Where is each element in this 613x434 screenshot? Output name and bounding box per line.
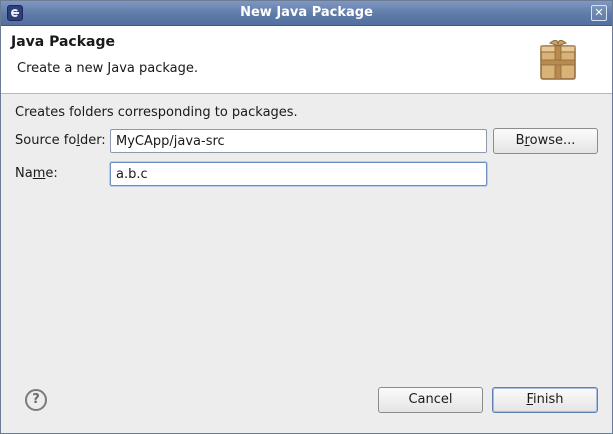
name-label: Name: (15, 166, 58, 181)
intro-text: Creates folders corresponding to package… (15, 105, 298, 120)
title-bar[interactable]: New Java Package ✕ (1, 1, 612, 26)
source-folder-input[interactable] (110, 129, 487, 153)
source-folder-label: Source folder: (15, 133, 106, 148)
window-title: New Java Package (240, 5, 373, 20)
wizard-header: Java Package Create a new Java package. (1, 26, 612, 94)
page-title: Java Package (11, 34, 116, 50)
help-icon[interactable]: ? (25, 389, 47, 411)
page-description: Create a new Java package. (17, 61, 199, 76)
finish-button[interactable]: Finish (492, 387, 598, 413)
browse-button[interactable]: Browse... (493, 128, 598, 154)
new-java-package-dialog: New Java Package ✕ Java Package Create a… (0, 0, 613, 434)
cancel-button[interactable]: Cancel (378, 387, 483, 413)
package-name-input[interactable] (110, 162, 487, 186)
close-button[interactable]: ✕ (591, 5, 607, 21)
package-icon (540, 39, 576, 80)
